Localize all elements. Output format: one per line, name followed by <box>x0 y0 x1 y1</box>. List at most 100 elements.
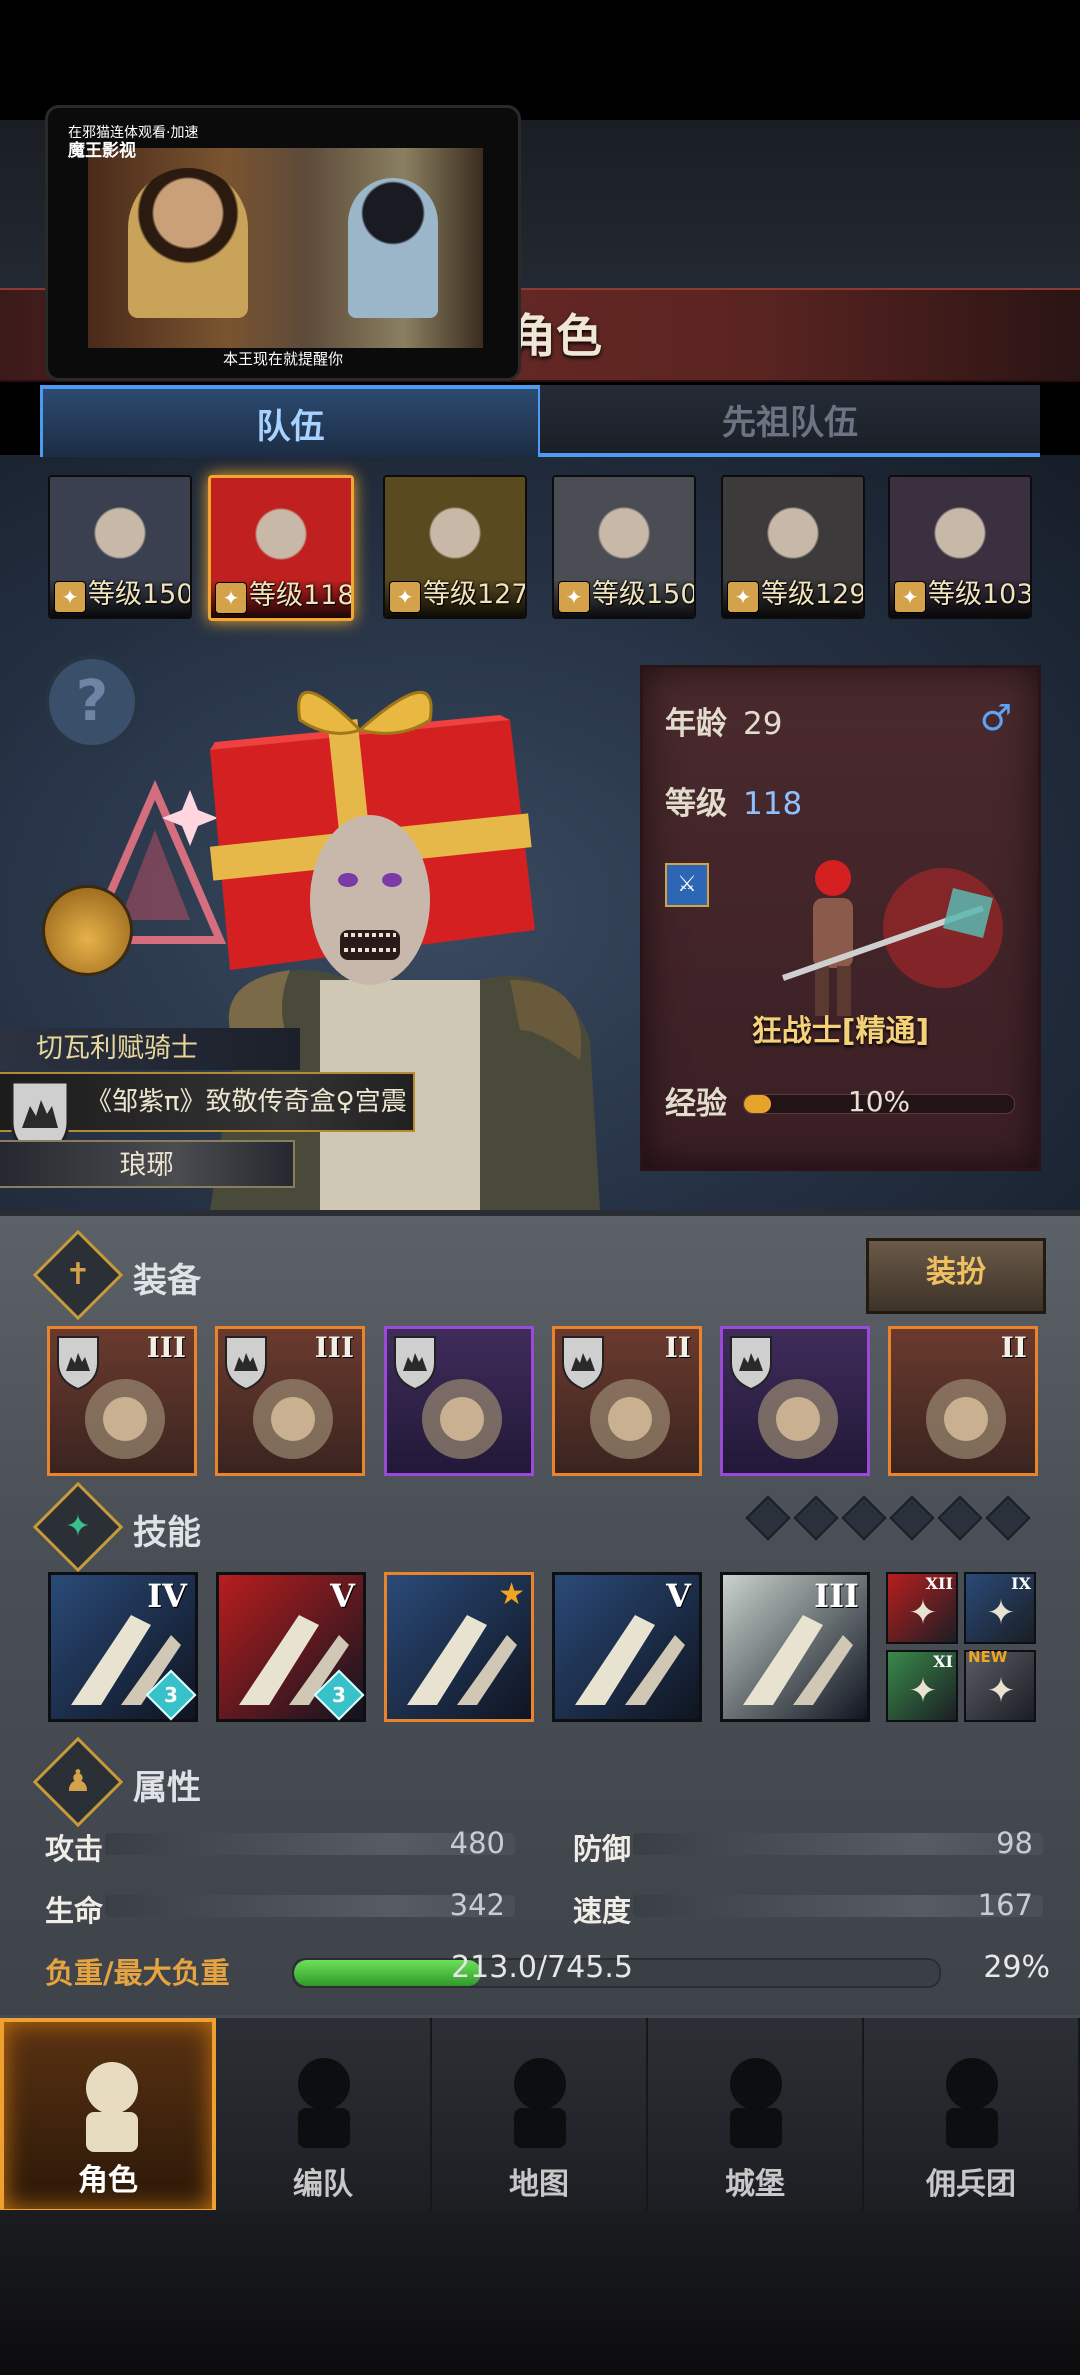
burst-icon: ✦ <box>986 1593 1016 1633</box>
level-label: 等级 <box>665 786 727 822</box>
exp-bar: 10% <box>743 1085 1015 1118</box>
hero-level: 等级127 <box>423 579 527 610</box>
skill-slot[interactable]: V3 <box>216 1572 366 1722</box>
nav-item[interactable]: 佣兵团 <box>864 2018 1080 2213</box>
hp-value: 342 <box>449 1888 505 1922</box>
skill-slot[interactable]: IV 3 <box>48 1572 198 1722</box>
load-value: 213.0/745.5 <box>451 1950 633 1985</box>
attack-label: 攻击 <box>45 1832 104 1866</box>
skill-slot[interactable]: ★ <box>384 1572 534 1722</box>
male-icon: ♂ <box>979 698 1012 739</box>
age-label: 年龄 <box>665 706 727 742</box>
hp-label: 生命 <box>45 1894 104 1928</box>
equipment-slot[interactable]: III <box>47 1326 197 1476</box>
character-title: 切瓦利赋骑士 <box>0 1028 300 1070</box>
nav-item[interactable]: 编队 <box>216 2018 432 2213</box>
help-button[interactable]: ? <box>45 655 139 749</box>
skill-tier: III <box>814 1577 859 1615</box>
class-figure <box>782 860 1003 1016</box>
speed-label: 速度 <box>573 1894 632 1928</box>
tab-team[interactable]: 队伍 <box>40 385 541 457</box>
equipment-slot[interactable]: II <box>888 1326 1038 1476</box>
equipment-tier: II <box>1000 1331 1027 1364</box>
hero-card[interactable]: ✦ 等级129 <box>721 475 865 619</box>
skill-slot[interactable]: III <box>720 1572 870 1722</box>
hero-card[interactable]: ✦ 等级118 <box>208 475 354 621</box>
attack-value: 480 <box>449 1826 505 1860</box>
skill-gem-count: 3 <box>332 1683 346 1707</box>
hero-card[interactable]: ✦ 等级103 <box>888 475 1032 619</box>
equipment-slot[interactable]: III <box>215 1326 365 1476</box>
passive-skill-slot[interactable]: ✦ NEW <box>964 1648 1036 1722</box>
nav-item[interactable]: 城堡 <box>648 2018 864 2213</box>
nav-label: 编队 <box>293 2167 353 2202</box>
nav-item[interactable]: 地图 <box>432 2018 648 2213</box>
equipment-tier: III <box>314 1331 354 1364</box>
hero-card[interactable]: ✦ 等级150 <box>48 475 192 619</box>
skill-tier: IX <box>1011 1574 1031 1593</box>
nav-item[interactable]: 角色 <box>0 2018 216 2213</box>
bow-icon: ✦ <box>558 581 590 613</box>
equipment-slot[interactable] <box>384 1326 534 1476</box>
passive-skill-slot[interactable]: ✦ IX <box>964 1572 1036 1644</box>
age-row: 年龄 29 <box>665 698 782 743</box>
shield-icon <box>730 1336 772 1391</box>
shield-icon <box>394 1336 436 1391</box>
equipment-slot[interactable]: II <box>552 1326 702 1476</box>
attributes-title: 属性 <box>133 1768 201 1808</box>
staff-icon: ✦ <box>894 581 926 613</box>
sword-icon: ✦ <box>215 582 247 614</box>
character-info-card: 年龄 29 ♂ 等级 118 ⚔ 狂战士[精通] 经验 10% <box>640 665 1041 1171</box>
skill-tier: V <box>330 1577 355 1615</box>
exp-label: 经验 <box>665 1086 727 1122</box>
video-logo: 魔王影视 <box>68 141 136 161</box>
cross-icon: ✦ <box>986 1671 1016 1711</box>
arm-icon: ✦ <box>908 1671 938 1711</box>
level-row: 等级 118 <box>665 778 802 823</box>
exp-percent: 10% <box>847 1085 911 1118</box>
guild-name: 琅琊 <box>0 1140 295 1188</box>
castle-icon <box>730 2058 782 2148</box>
skill-tier: XII <box>925 1574 953 1593</box>
star-icon: ★ <box>498 1577 525 1612</box>
skill-tier: IV <box>147 1577 187 1615</box>
video-figure-man <box>128 168 248 318</box>
shield-icon <box>562 1336 604 1391</box>
defense-value: 98 <box>996 1826 1033 1860</box>
skill-slot[interactable]: V <box>552 1572 702 1722</box>
nav-label: 角色 <box>78 2163 138 2198</box>
shield-icon <box>57 1336 99 1391</box>
knight-icon <box>86 2062 138 2152</box>
team-tabs: 队伍 先祖队伍 <box>40 385 1040 457</box>
shield-icon <box>225 1336 267 1391</box>
video-figure-woman <box>348 178 438 318</box>
hero-card[interactable]: ✦ 等级127 <box>383 475 527 619</box>
dress-up-button[interactable]: 装扮 <box>866 1238 1046 1314</box>
equipment-title: 装备 <box>133 1261 201 1301</box>
passive-skill-slot[interactable]: ✦ XI <box>886 1650 958 1722</box>
skills-title: 技能 <box>133 1513 201 1553</box>
helmet-icon <box>298 2058 350 2148</box>
floating-video-player[interactable]: 在邪猫连体观看·加速 魔王影视 本王现在就提醒你 <box>45 105 521 381</box>
equipment-tier: III <box>146 1331 186 1364</box>
claw-strike-icon <box>407 1615 517 1705</box>
equipment-slot[interactable] <box>720 1326 870 1476</box>
speed-value: 167 <box>977 1888 1033 1922</box>
compass-map-icon <box>514 2058 566 2148</box>
hero-level: 等级103 <box>928 579 1032 610</box>
skill-tier: V <box>666 1577 691 1615</box>
banner-icon <box>946 2058 998 2148</box>
hero-card[interactable]: ✦ 等级150 <box>552 475 696 619</box>
horse-icon: ✦ <box>389 581 421 613</box>
nav-label: 佣兵团 <box>926 2167 1016 2202</box>
page-title: 角色 <box>510 309 602 363</box>
tab-ancestor-team[interactable]: 先祖队伍 <box>540 385 1040 457</box>
class-name: 狂战士[精通] <box>751 1014 930 1049</box>
nav-label: 地图 <box>509 2167 569 2202</box>
bottom-navigation: 角色 编队 地图 城堡 佣兵团 <box>0 2015 1080 2213</box>
potion-icon[interactable] <box>42 885 133 976</box>
load-label: 负重/最大负重 <box>45 1956 230 1990</box>
load-percent: 29% <box>983 1950 1050 1985</box>
passive-skill-slot[interactable]: ✦ XII <box>886 1572 958 1644</box>
hero-level: 等级129 <box>761 579 865 610</box>
